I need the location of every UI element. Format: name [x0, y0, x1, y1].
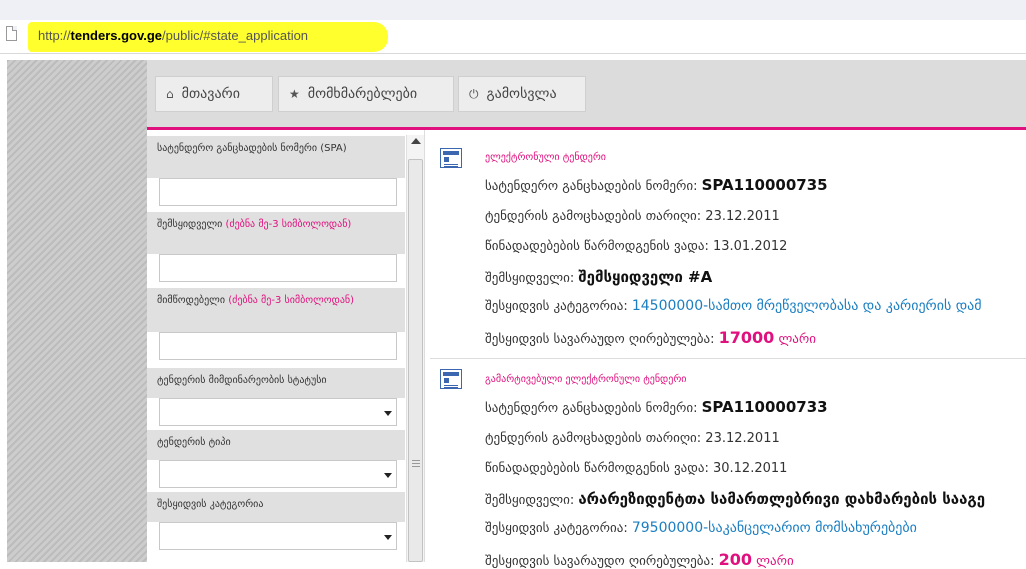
- chevron-down-icon: [384, 473, 392, 478]
- filter-type-select[interactable]: [159, 460, 397, 488]
- filter-type-label: ტენდერის ტიპი: [147, 430, 405, 460]
- document-icon: [440, 148, 462, 168]
- filter-buyer-label: შემსყიდველი (ძებნა მე-3 სიმბოლოდან): [147, 212, 405, 254]
- filter-buyer-note: (ძებნა მე-3 სიმბოლოდან): [225, 219, 352, 230]
- tender-number-row: სატენდერო განცხადების ნომერი: SPA1100007…: [485, 398, 828, 416]
- tender-value-row: შესყიდვის სავარაუდო ღირებულება: 200 ლარი: [485, 550, 794, 569]
- home-icon: ⌂: [166, 87, 174, 101]
- tender-number[interactable]: SPA110000733: [702, 398, 828, 416]
- tender-currency: ლარი: [778, 332, 816, 347]
- star-icon: ★: [289, 87, 300, 101]
- tender-deadline: 13.01.2012: [712, 239, 788, 254]
- tender-category[interactable]: 14500000-სამთო მრეწველობასა და კარიერის …: [632, 298, 982, 314]
- nav-users-button[interactable]: ★ მომხმარებლები: [278, 76, 454, 112]
- nav-home-button[interactable]: ⌂ მთავარი: [155, 76, 273, 112]
- url-domain: tenders.gov.ge: [70, 28, 163, 43]
- tender-category-row: შესყიდვის კატეგორია: 14500000-სამთო მრეწ…: [485, 298, 982, 314]
- tender-type[interactable]: ელექტრონული ტენდერი: [485, 152, 606, 163]
- power-icon: ⏻: [469, 86, 479, 101]
- scroll-up-arrow-icon[interactable]: [411, 138, 421, 144]
- nav-logout-label: გამოსვლა: [486, 86, 557, 102]
- tender-value: 200: [718, 550, 753, 569]
- nav-logout-button[interactable]: ⏻ გამოსვლა: [458, 76, 586, 112]
- tender-deadline: 30.12.2011: [712, 461, 788, 476]
- filter-category-label: შესყიდვის კატეგორია: [147, 492, 405, 522]
- tender-buyer: შემსყიდველი #A: [578, 268, 713, 286]
- tender-buyer-row: შემსყიდველი: შემსყიდველი #A: [485, 268, 713, 286]
- chevron-down-icon: [384, 411, 392, 416]
- nav-users-label: მომხმარებლები: [307, 86, 418, 102]
- tender-category[interactable]: 79500000-საკანცელარიო მომსახურებები: [632, 520, 917, 536]
- content-separator: [424, 130, 431, 562]
- tender-deadline-row: წინადადებების წარმოდგენის ვადა: 30.12.20…: [485, 461, 788, 476]
- document-icon: [440, 369, 462, 389]
- filter-sidebar: სატენდერო განცხადების ნომერი (SPA) შემსყ…: [147, 130, 405, 562]
- url-protocol: http://: [38, 28, 71, 43]
- nav-home-label: მთავარი: [181, 86, 240, 102]
- tender-announce-row: ტენდერის გამოცხადების თარიღი: 23.12.2011: [485, 431, 780, 446]
- filter-status-select[interactable]: [159, 398, 397, 426]
- filter-supplier-label: მიმწოდებელი (ძებნა მე-3 სიმბოლოდან): [147, 288, 405, 332]
- sidebar-scrollbar[interactable]: [406, 135, 425, 562]
- tender-buyer: არარეზიდენტთა სამართლებრივი დახმარების ს…: [578, 490, 986, 508]
- tender-announce-row: ტენდერის გამოცხადების თარიღი: 23.12.2011: [485, 209, 780, 224]
- grip-icon: [412, 460, 420, 469]
- filter-buyer-input[interactable]: [159, 254, 397, 282]
- tender-value: 17000: [718, 328, 775, 347]
- tender-type[interactable]: გამარტივებული ელექტრონული ტენდერი: [485, 374, 686, 385]
- tender-buyer-row: შემსყიდველი: არარეზიდენტთა სამართლებრივი…: [485, 490, 986, 508]
- left-hatch-background: [7, 60, 147, 562]
- scroll-thumb[interactable]: [408, 159, 423, 562]
- tender-value-row: შესყიდვის სავარაუდო ღირებულება: 17000 ლა…: [485, 328, 816, 347]
- tender-number[interactable]: SPA110000735: [702, 176, 828, 194]
- filter-spa-input[interactable]: [159, 178, 397, 206]
- filter-supplier-note: (ძებნა მე-3 სიმბოლოდან): [228, 295, 355, 306]
- url-path: /public/#state_application: [162, 28, 309, 43]
- chevron-down-icon: [384, 535, 392, 540]
- filter-status-label: ტენდერის მიმდინარეობის სტატუსი: [147, 368, 405, 398]
- tender-announce-date: 23.12.2011: [705, 431, 780, 446]
- filter-category-select[interactable]: [159, 522, 397, 550]
- browser-top-strip: [0, 0, 1026, 20]
- url-text[interactable]: http://tenders.gov.ge/public/#state_appl…: [28, 22, 388, 52]
- page-icon: [6, 26, 17, 41]
- tender-deadline-row: წინადადებების წარმოდგენის ვადა: 13.01.20…: [485, 239, 788, 254]
- tender-announce-date: 23.12.2011: [705, 209, 780, 224]
- entry-divider: [430, 358, 1026, 359]
- filter-supplier-input[interactable]: [159, 332, 397, 360]
- tender-category-row: შესყიდვის კატეგორია: 79500000-საკანცელარ…: [485, 520, 917, 536]
- tender-number-row: სატენდერო განცხადების ნომერი: SPA1100007…: [485, 176, 828, 194]
- filter-spa-label: სატენდერო განცხადების ნომერი (SPA): [147, 136, 405, 178]
